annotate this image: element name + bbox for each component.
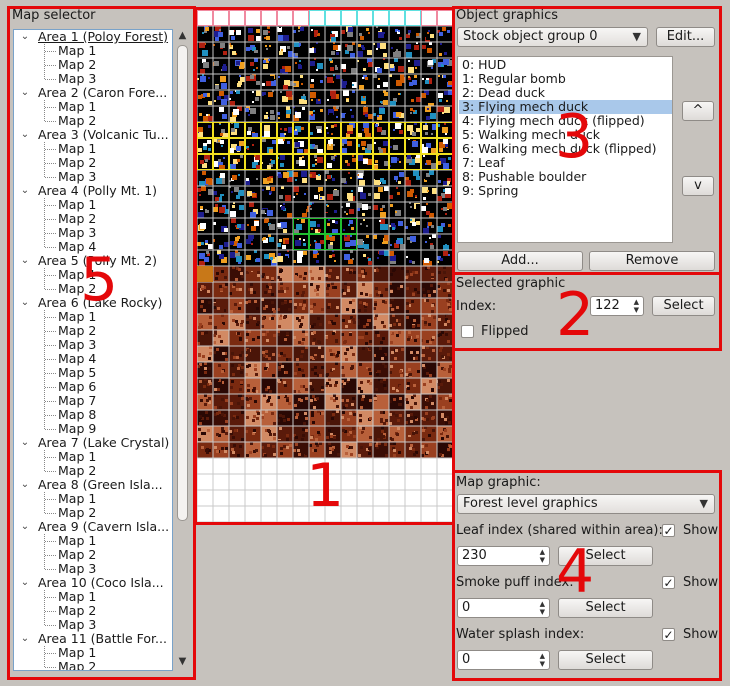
annotation-1: 1: [306, 451, 345, 521]
region-5-highlight: [7, 6, 196, 680]
region-1-highlight: [194, 7, 455, 525]
annotation-4: 4: [556, 537, 595, 607]
annotation-5: 5: [80, 245, 119, 315]
annotation-3: 3: [555, 102, 594, 172]
annotation-2: 2: [556, 280, 595, 350]
